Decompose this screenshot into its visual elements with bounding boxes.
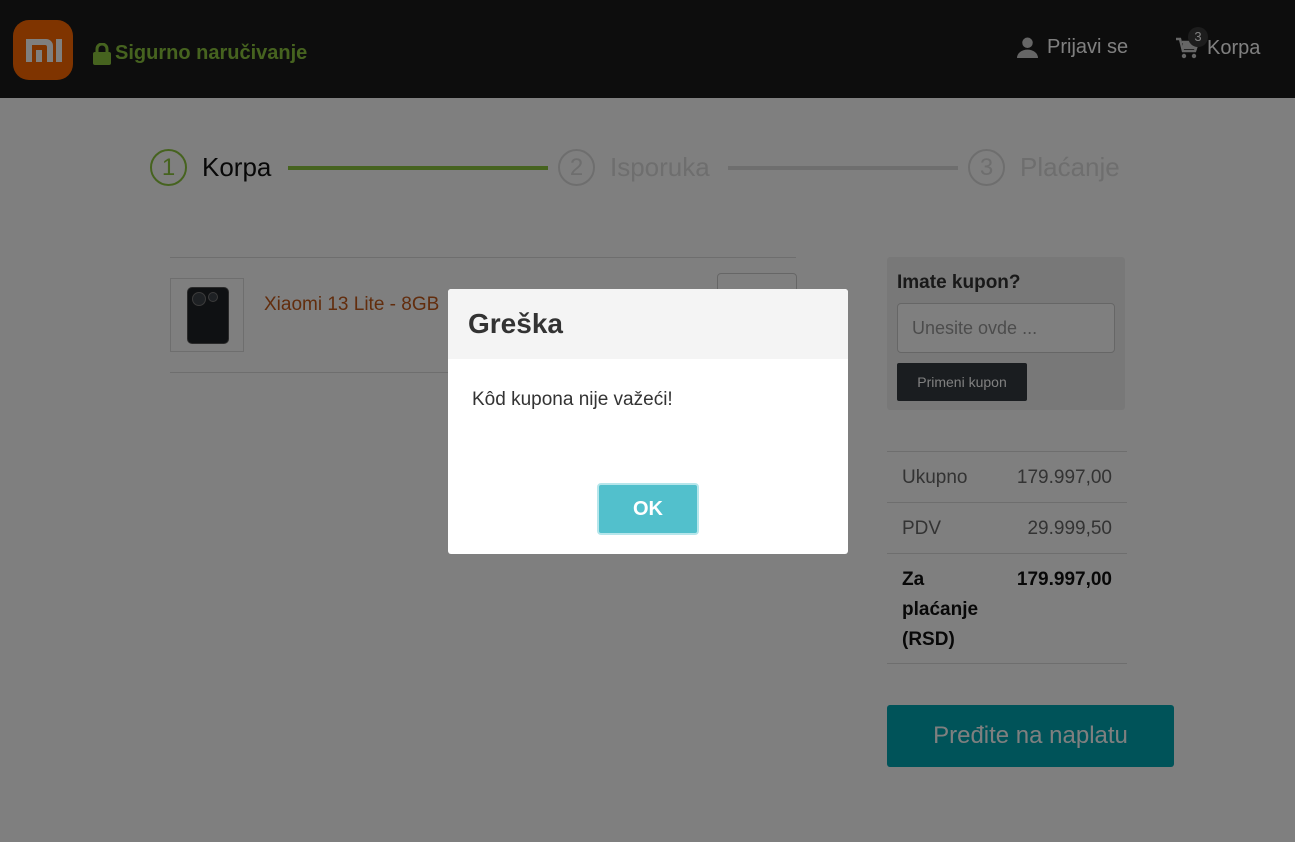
error-dialog: Greška Kôd kupona nije važeći! OK [448,289,848,554]
dialog-message: Kôd kupona nije važeći! [472,389,673,410]
dialog-title: Greška [468,308,563,339]
ok-button[interactable]: OK [597,483,699,535]
dialog-header: Greška [448,289,848,359]
